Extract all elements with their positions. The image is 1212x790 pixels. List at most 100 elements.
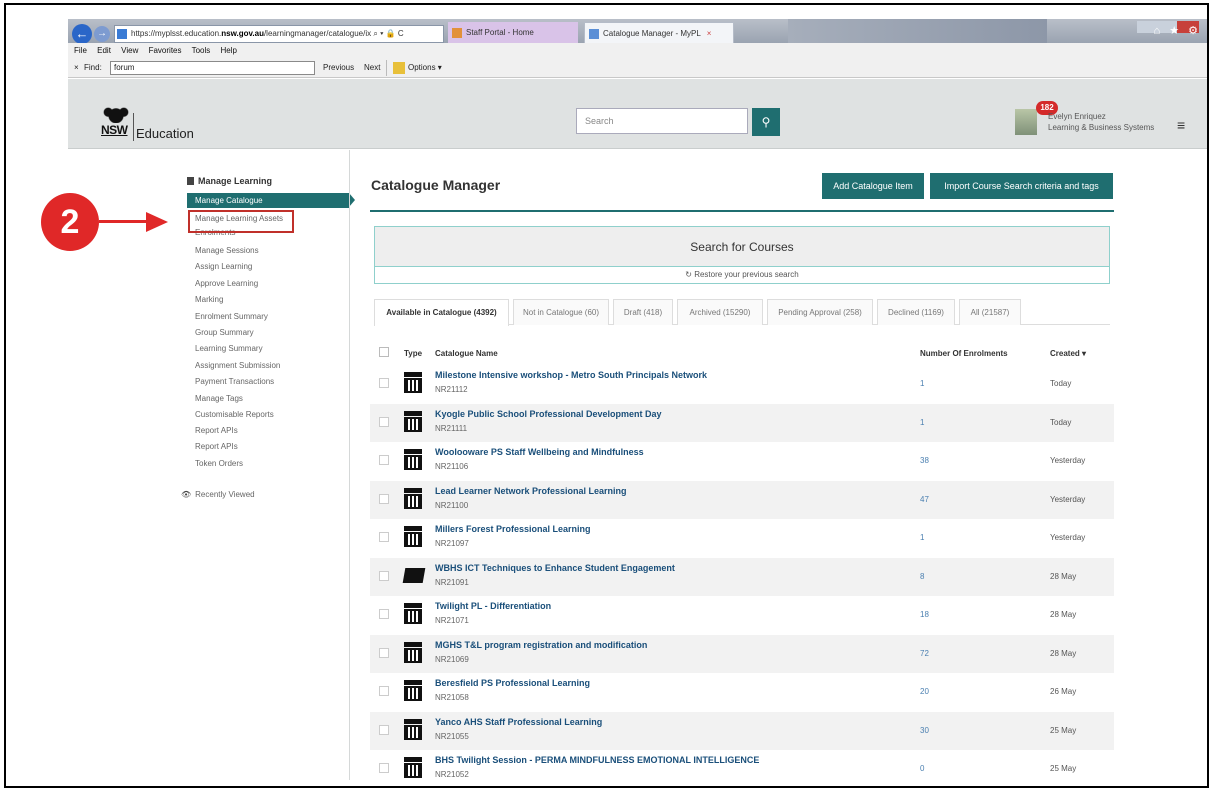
catalogue-name-link[interactable]: Milestone Intensive workshop - Metro Sou… bbox=[435, 370, 707, 380]
table-row[interactable]: Milestone Intensive workshop - Metro Sou… bbox=[370, 365, 1114, 403]
catalogue-name-link[interactable]: MGHS T&L program registration and modifi… bbox=[435, 640, 647, 650]
tab-all[interactable]: All (21587) bbox=[959, 299, 1021, 325]
table-row[interactable]: Millers Forest Professional Learning NR21… bbox=[370, 519, 1114, 557]
row-checkbox[interactable] bbox=[379, 455, 389, 465]
back-arrow-icon[interactable]: ← bbox=[72, 24, 92, 44]
enrolment-count[interactable]: 72 bbox=[920, 649, 929, 658]
table-row[interactable]: Lead Learner Network Professional Learni… bbox=[370, 480, 1114, 519]
column-header-created[interactable]: Created ▾ bbox=[1050, 349, 1086, 358]
add-catalogue-item-button[interactable]: Add Catalogue Item bbox=[822, 173, 924, 199]
tab-close-icon[interactable]: × bbox=[707, 29, 712, 38]
user-name[interactable]: Evelyn Enriquez bbox=[1048, 112, 1106, 121]
enrolment-count[interactable]: 47 bbox=[920, 495, 929, 504]
import-course-search-button[interactable]: Import Course Search criteria and tags bbox=[930, 173, 1113, 199]
sidebar-item-report-apis[interactable]: Report APIs bbox=[195, 426, 238, 435]
sidebar-item-group-summary[interactable]: Group Summary bbox=[195, 328, 254, 337]
tab-not-in-catalogue[interactable]: Not in Catalogue (60) bbox=[513, 299, 609, 325]
row-checkbox[interactable] bbox=[379, 724, 389, 735]
column-header-enrolments[interactable]: Number Of Enrolments bbox=[920, 349, 1008, 358]
avatar[interactable] bbox=[1015, 109, 1037, 135]
table-row[interactable]: Twilight PL - Differentiation NR21071 18 28… bbox=[370, 596, 1114, 634]
tab-catalogue-manager[interactable]: Catalogue Manager - MyPL × bbox=[584, 22, 734, 44]
table-row[interactable]: Woolooware PS Staff Wellbeing and Mindfu… bbox=[370, 442, 1114, 480]
enrolment-count[interactable]: 0 bbox=[920, 764, 924, 773]
sidebar-item-manage-tags[interactable]: Manage Tags bbox=[195, 394, 243, 403]
menu-view[interactable]: View bbox=[121, 46, 138, 55]
site-search-input[interactable]: Search bbox=[576, 108, 748, 134]
find-input[interactable]: forum bbox=[110, 61, 315, 75]
table-row[interactable]: Beresfield PS Professional Learning NR210… bbox=[370, 673, 1114, 711]
sidebar-item-customisable-reports[interactable]: Customisable Reports bbox=[195, 410, 274, 419]
search-button[interactable]: ⚲ bbox=[752, 108, 780, 136]
enrolment-count[interactable]: 1 bbox=[920, 418, 924, 427]
hamburger-menu-icon[interactable]: ≡ bbox=[1177, 117, 1185, 133]
row-checkbox[interactable] bbox=[379, 686, 389, 696]
sidebar-item-marking[interactable]: Marking bbox=[195, 295, 223, 304]
row-checkbox[interactable] bbox=[379, 532, 389, 542]
select-all-checkbox[interactable] bbox=[379, 347, 389, 357]
address-bar-controls[interactable]: ⌕ ▾ 🔒 C bbox=[373, 29, 403, 38]
catalogue-name-link[interactable]: Twilight PL - Differentiation bbox=[435, 601, 551, 611]
nsw-logo[interactable]: NSW bbox=[101, 105, 131, 141]
tab-pending-approval[interactable]: Pending Approval (258) bbox=[767, 299, 873, 325]
catalogue-name-link[interactable]: Kyogle Public School Professional Develo… bbox=[435, 409, 662, 419]
row-checkbox[interactable] bbox=[379, 647, 389, 658]
table-row[interactable]: Kyogle Public School Professional Develo… bbox=[370, 403, 1114, 442]
row-checkbox[interactable] bbox=[379, 416, 389, 427]
row-checkbox[interactable] bbox=[379, 378, 389, 388]
catalogue-name-link[interactable]: Woolooware PS Staff Wellbeing and Mindfu… bbox=[435, 447, 644, 457]
enrolment-count[interactable]: 1 bbox=[920, 533, 924, 542]
find-next-button[interactable]: Next bbox=[364, 58, 380, 78]
sidebar-item-token-orders[interactable]: Token Orders bbox=[195, 459, 243, 468]
search-courses-toggle[interactable]: Search for Courses bbox=[375, 227, 1109, 267]
catalogue-name-link[interactable]: Beresfield PS Professional Learning bbox=[435, 678, 590, 688]
enrolment-count[interactable]: 18 bbox=[920, 610, 929, 619]
table-row[interactable]: WBHS ICT Techniques to Enhance Student E… bbox=[370, 557, 1114, 596]
sidebar-item-manage-sessions[interactable]: Manage Sessions bbox=[195, 246, 259, 255]
recently-viewed-link[interactable]: 👁 Recently Viewed bbox=[181, 490, 255, 499]
enrolment-count[interactable]: 1 bbox=[920, 379, 924, 388]
tab-staff-portal[interactable]: Staff Portal - Home bbox=[448, 22, 578, 44]
menu-edit[interactable]: Edit bbox=[97, 46, 111, 55]
find-previous-button[interactable]: Previous bbox=[323, 58, 354, 78]
sidebar-item-approve-learning[interactable]: Approve Learning bbox=[195, 279, 258, 288]
catalogue-name-link[interactable]: Lead Learner Network Professional Learni… bbox=[435, 486, 627, 496]
sidebar-item-assignment-submission[interactable]: Assignment Submission bbox=[195, 361, 280, 370]
menu-help[interactable]: Help bbox=[221, 46, 237, 55]
sidebar-item-report-apis-2[interactable]: Report APIs bbox=[195, 442, 238, 451]
menu-file[interactable]: File bbox=[74, 46, 87, 55]
tab-draft[interactable]: Draft (418) bbox=[613, 299, 673, 325]
enrolment-count[interactable]: 20 bbox=[920, 687, 929, 696]
enrolment-count[interactable]: 38 bbox=[920, 456, 929, 465]
enrolment-count[interactable]: 8 bbox=[920, 572, 924, 581]
browser-toolbar-icons[interactable]: ⌂ ★ ⚙ bbox=[1154, 24, 1201, 37]
sidebar-item-payment-transactions[interactable]: Payment Transactions bbox=[195, 377, 274, 386]
tab-archived[interactable]: Archived (15290) bbox=[677, 299, 763, 325]
sidebar-item-manage-catalogue[interactable]: Manage Catalogue bbox=[187, 193, 355, 208]
catalogue-name-link[interactable]: BHS Twilight Session - PERMA MINDFULNESS… bbox=[435, 755, 759, 765]
catalogue-name-link[interactable]: Millers Forest Professional Learning bbox=[435, 524, 591, 534]
table-row[interactable]: MGHS T&L program registration and modifi… bbox=[370, 634, 1114, 673]
forward-arrow-icon[interactable]: → bbox=[94, 26, 110, 42]
find-close-icon[interactable]: × bbox=[74, 58, 79, 78]
row-checkbox[interactable] bbox=[379, 609, 389, 619]
sidebar-item-learning-summary[interactable]: Learning Summary bbox=[195, 344, 263, 353]
find-options-button[interactable]: Options ▾ bbox=[386, 60, 442, 76]
enrolment-count[interactable]: 30 bbox=[920, 726, 929, 735]
menu-favorites[interactable]: Favorites bbox=[149, 46, 182, 55]
table-row[interactable]: Yanco AHS Staff Professional Learning NR2… bbox=[370, 711, 1114, 750]
catalogue-name-link[interactable]: Yanco AHS Staff Professional Learning bbox=[435, 717, 602, 727]
tab-declined[interactable]: Declined (1169) bbox=[877, 299, 955, 325]
restore-search-link[interactable]: ↻ Restore your previous search bbox=[375, 267, 1109, 283]
tab-available[interactable]: Available in Catalogue (4392) bbox=[374, 299, 509, 326]
sidebar-item-assign-learning[interactable]: Assign Learning bbox=[195, 262, 252, 271]
sidebar-item-enrolment-summary[interactable]: Enrolment Summary bbox=[195, 312, 268, 321]
catalogue-name-link[interactable]: WBHS ICT Techniques to Enhance Student E… bbox=[435, 563, 675, 573]
row-checkbox[interactable] bbox=[379, 763, 389, 773]
column-header-name[interactable]: Catalogue Name bbox=[435, 349, 498, 358]
row-checkbox[interactable] bbox=[379, 570, 389, 581]
table-row[interactable]: BHS Twilight Session - PERMA MINDFULNESS… bbox=[370, 750, 1114, 786]
menu-tools[interactable]: Tools bbox=[192, 46, 211, 55]
address-bar[interactable]: https://myplsst.education.nsw.gov.au/lea… bbox=[114, 25, 444, 43]
row-checkbox[interactable] bbox=[379, 493, 389, 504]
